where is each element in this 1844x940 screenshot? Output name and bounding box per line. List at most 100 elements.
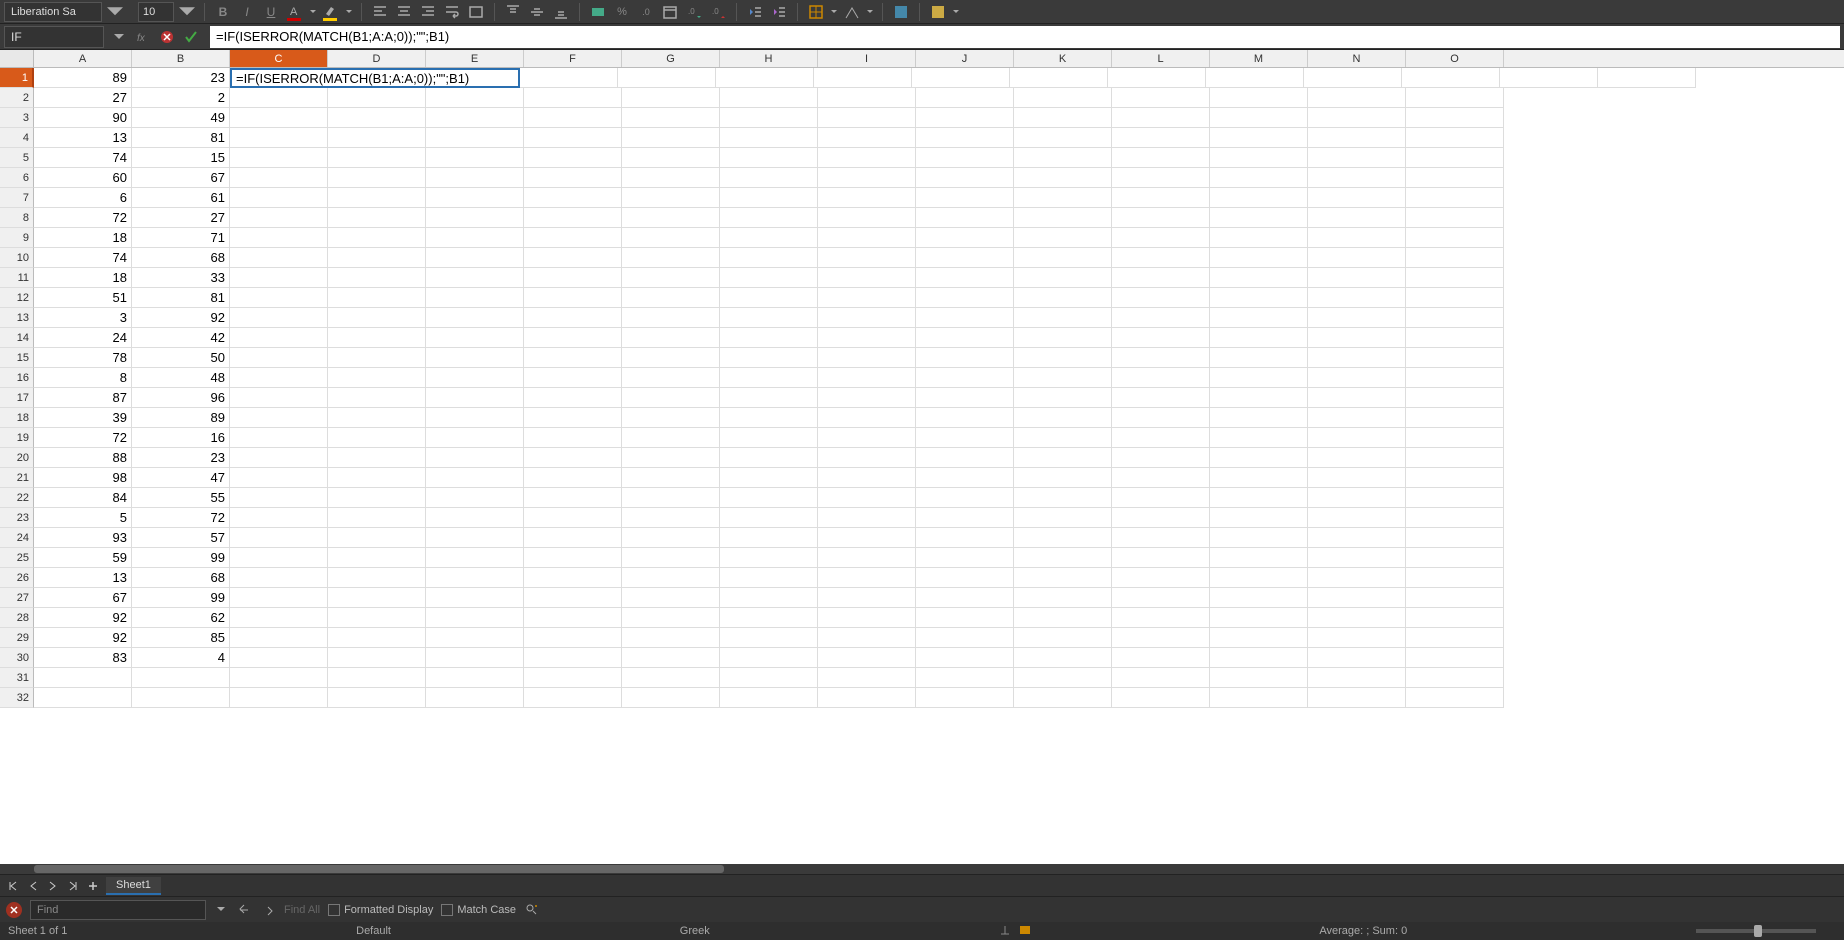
cell-G13[interactable]: [622, 308, 720, 328]
autofilter-button[interactable]: [891, 2, 911, 22]
cell-A20[interactable]: 88: [34, 448, 132, 468]
cell-I29[interactable]: [818, 628, 916, 648]
cell-H18[interactable]: [720, 408, 818, 428]
cell-L5[interactable]: [1112, 148, 1210, 168]
cell-I20[interactable]: [818, 448, 916, 468]
cell-J4[interactable]: [916, 128, 1014, 148]
cell-J31[interactable]: [916, 668, 1014, 688]
cell-M9[interactable]: [1210, 228, 1308, 248]
cell-O7[interactable]: [1406, 188, 1504, 208]
cell-N23[interactable]: [1308, 508, 1406, 528]
cell-C18[interactable]: [230, 408, 328, 428]
cell-C26[interactable]: [230, 568, 328, 588]
cell-K12[interactable]: [1014, 288, 1112, 308]
cell-B16[interactable]: 48: [132, 368, 230, 388]
cell-B29[interactable]: 85: [132, 628, 230, 648]
cell-D5[interactable]: [328, 148, 426, 168]
cell-K7[interactable]: [1014, 188, 1112, 208]
cell-A4[interactable]: 13: [34, 128, 132, 148]
cell-L19[interactable]: [1112, 428, 1210, 448]
language-label[interactable]: Greek: [680, 925, 710, 937]
cell-M24[interactable]: [1210, 528, 1308, 548]
cell-D18[interactable]: [328, 408, 426, 428]
cell-G19[interactable]: [622, 428, 720, 448]
function-wizard-button[interactable]: fx: [134, 28, 152, 46]
find-history-dropdown[interactable]: [214, 900, 228, 920]
cell-E17[interactable]: [426, 388, 524, 408]
cell-B17[interactable]: 96: [132, 388, 230, 408]
font-name-dropdown[interactable]: [106, 2, 124, 22]
cell-M23[interactable]: [1210, 508, 1308, 528]
cell-E4[interactable]: [426, 128, 524, 148]
cell-L17[interactable]: [1112, 388, 1210, 408]
cell-F13[interactable]: [524, 308, 622, 328]
page-style-label[interactable]: Default: [356, 925, 391, 937]
cell-M26[interactable]: [1210, 568, 1308, 588]
row-header-27[interactable]: 27: [0, 588, 34, 608]
cell-L3[interactable]: [1112, 108, 1210, 128]
cell-D19[interactable]: [328, 428, 426, 448]
cell-N19[interactable]: [1308, 428, 1406, 448]
cell-D11[interactable]: [328, 268, 426, 288]
cell-O9[interactable]: [1406, 228, 1504, 248]
row-header-11[interactable]: 11: [0, 268, 34, 288]
cell-A29[interactable]: 92: [34, 628, 132, 648]
cell-G30[interactable]: [622, 648, 720, 668]
cell-K31[interactable]: [1014, 668, 1112, 688]
cell-B4[interactable]: 81: [132, 128, 230, 148]
cell-O21[interactable]: [1406, 468, 1504, 488]
cell-F15[interactable]: [524, 348, 622, 368]
insert-mode-icon[interactable]: [999, 924, 1011, 939]
cell-O24[interactable]: [1406, 528, 1504, 548]
decrease-indent-button[interactable]: [745, 2, 765, 22]
cell-C9[interactable]: [230, 228, 328, 248]
column-header-A[interactable]: A: [34, 50, 132, 67]
cell-L22[interactable]: [1112, 488, 1210, 508]
cell-B1[interactable]: 23: [132, 68, 230, 88]
cell-D27[interactable]: [328, 588, 426, 608]
cell-I18[interactable]: [818, 408, 916, 428]
cell-N26[interactable]: [1308, 568, 1406, 588]
row-header-30[interactable]: 30: [0, 648, 34, 668]
cell-E25[interactable]: [426, 548, 524, 568]
cell-J14[interactable]: [916, 328, 1014, 348]
cell-O32[interactable]: [1406, 688, 1504, 708]
cell-H23[interactable]: [720, 508, 818, 528]
cell-K29[interactable]: [1014, 628, 1112, 648]
cell-G18[interactable]: [622, 408, 720, 428]
cell-B32[interactable]: [132, 688, 230, 708]
cell-C32[interactable]: [230, 688, 328, 708]
row-header-24[interactable]: 24: [0, 528, 34, 548]
cell-H32[interactable]: [720, 688, 818, 708]
cell-C31[interactable]: [230, 668, 328, 688]
cell-I19[interactable]: [818, 428, 916, 448]
cell-J20[interactable]: [916, 448, 1014, 468]
wrap-text-button[interactable]: [442, 2, 462, 22]
row-header-31[interactable]: 31: [0, 668, 34, 688]
cell-J26[interactable]: [916, 568, 1014, 588]
cell-N7[interactable]: [1308, 188, 1406, 208]
cell-E10[interactable]: [426, 248, 524, 268]
cell-I3[interactable]: [818, 108, 916, 128]
cell-B7[interactable]: 61: [132, 188, 230, 208]
cell-G10[interactable]: [622, 248, 720, 268]
selection-mode-icon[interactable]: [1019, 925, 1031, 938]
cell-J16[interactable]: [916, 368, 1014, 388]
cell-O27[interactable]: [1406, 588, 1504, 608]
cell-F12[interactable]: [524, 288, 622, 308]
cell-B2[interactable]: 2: [132, 88, 230, 108]
cell-O15[interactable]: [1406, 348, 1504, 368]
cell-G20[interactable]: [622, 448, 720, 468]
cell-I9[interactable]: [818, 228, 916, 248]
cell-E26[interactable]: [426, 568, 524, 588]
cell-K8[interactable]: [1014, 208, 1112, 228]
cell-F20[interactable]: [524, 448, 622, 468]
cell-M15[interactable]: [1210, 348, 1308, 368]
row-header-15[interactable]: 15: [0, 348, 34, 368]
cell-B26[interactable]: 68: [132, 568, 230, 588]
cell-F25[interactable]: [524, 548, 622, 568]
row-header-21[interactable]: 21: [0, 468, 34, 488]
accept-button[interactable]: [182, 28, 200, 46]
cell-M19[interactable]: [1210, 428, 1308, 448]
cell-A15[interactable]: 78: [34, 348, 132, 368]
